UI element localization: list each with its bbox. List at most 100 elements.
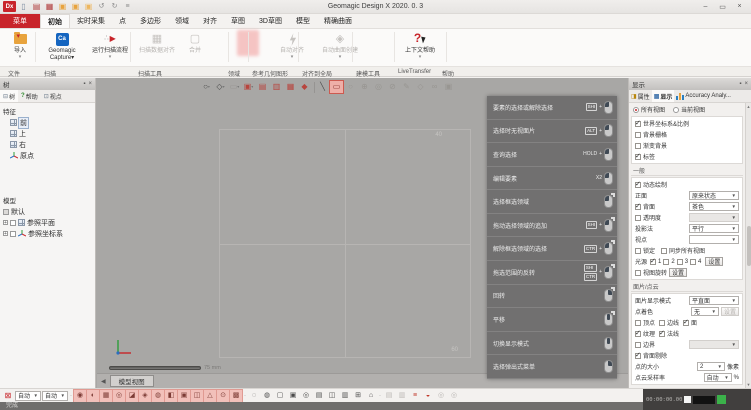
checkbox[interactable]: [635, 215, 641, 221]
checkbox[interactable]: [635, 143, 641, 149]
ribbon-tab[interactable]: 草图: [224, 14, 252, 28]
context-help-button[interactable]: ? 上下文帮助▾: [398, 31, 442, 61]
checkbox[interactable]: [635, 270, 641, 276]
close-button[interactable]: ×: [731, 1, 748, 13]
light-settings-button[interactable]: 设置: [705, 257, 723, 266]
ribbon-tab[interactable]: 点: [112, 14, 133, 28]
ribbon-tab[interactable]: 多边形: [133, 14, 168, 28]
geomagic-capture-button[interactable]: Ca Geomagic Capture▾: [38, 31, 86, 62]
ribbon-tab[interactable]: 模型: [289, 14, 317, 28]
checkbox[interactable]: [663, 259, 669, 265]
checkbox[interactable]: [635, 248, 641, 254]
camera-icon-1[interactable]: ◎: [435, 390, 447, 402]
line-select-icon[interactable]: ╲: [316, 81, 329, 93]
clipboard-icon[interactable]: ▤: [383, 390, 395, 402]
boundary-display-icon[interactable]: ◈: [139, 390, 151, 402]
ribbon-tab[interactable]: 3D草图: [252, 14, 289, 28]
page-view-icon-1[interactable]: ▤: [313, 390, 325, 402]
pen-select-icon[interactable]: ✎: [400, 81, 413, 93]
zoom-fit-icon[interactable]: ◌: [248, 390, 260, 402]
minimize-button[interactable]: –: [697, 1, 714, 13]
ribbon-tab[interactable]: 领域: [168, 14, 196, 28]
list-icon[interactable]: ≡: [409, 390, 421, 402]
grid-display-icon[interactable]: ▦: [100, 390, 112, 402]
radio-all-views[interactable]: [633, 107, 639, 113]
section-display-icon[interactable]: ◫: [191, 390, 203, 402]
sphere-display-icon[interactable]: ⊙: [217, 390, 229, 402]
doc-view-icon-1[interactable]: ▢: [274, 390, 286, 402]
tree-item-origin[interactable]: 原点: [3, 150, 92, 161]
datasheet-icon-3[interactable]: ▦: [284, 81, 297, 93]
home-view-icon[interactable]: ⌂: [365, 390, 377, 402]
tab-accuracy-analyzer[interactable]: Accuracy Analy...: [674, 90, 733, 102]
mesh-display-mode-select[interactable]: 平直面▼: [689, 296, 739, 305]
freeform-select-icon[interactable]: ⊘: [386, 81, 399, 93]
table-display-icon[interactable]: ▩: [230, 390, 242, 402]
tree-item-ref-coordinates[interactable]: + 参照坐标系: [3, 228, 92, 239]
maximize-button[interactable]: ▭: [714, 1, 731, 13]
checkbox[interactable]: [635, 182, 641, 188]
checkbox[interactable]: [10, 231, 16, 237]
camera-icon-2[interactable]: ◎: [448, 390, 460, 402]
ellipse-select-icon[interactable]: ◎: [372, 81, 385, 93]
tab-tree[interactable]: ⊟树: [0, 90, 18, 102]
display-panel-scrollbar[interactable]: ▲▼: [745, 103, 751, 388]
lasso-select-icon[interactable]: ∞: [428, 81, 441, 93]
tree-item-default[interactable]: 默认: [3, 206, 92, 217]
close-icon[interactable]: ×: [88, 81, 92, 87]
region-display-icon[interactable]: ◐: [87, 390, 99, 402]
tab-scroll-left-icon[interactable]: ◀: [97, 378, 110, 385]
record-indicator[interactable]: [684, 396, 691, 403]
projection-select[interactable]: 平行▼: [689, 224, 739, 233]
viewport[interactable]: ○▾ ◇▾ ▭▾ ▣▾ ▤ ▥ ▦ ◆ ╲: [97, 78, 628, 388]
ribbon-tab[interactable]: 对齐: [196, 14, 224, 28]
checkbox[interactable]: [650, 259, 656, 265]
mark-tool-icon[interactable]: ◆: [298, 81, 311, 93]
shading-mode-icon[interactable]: ○▾: [200, 81, 213, 93]
ribbon-tab[interactable]: 实时采集: [70, 14, 112, 28]
doc-view-icon-2[interactable]: ▣: [287, 390, 299, 402]
ribbon-tab[interactable]: 初始: [40, 14, 70, 28]
texture-display-icon[interactable]: ◍: [152, 390, 164, 402]
point-color-select[interactable]: 无▼: [691, 307, 719, 316]
datasheet-icon-1[interactable]: ▤: [256, 81, 269, 93]
tree-item-right-plane[interactable]: 右: [3, 139, 92, 150]
radio-current-view[interactable]: [673, 107, 679, 113]
extra-select-icon[interactable]: ▣: [442, 81, 455, 93]
import-button[interactable]: 导入▾: [4, 31, 36, 61]
point-size-select[interactable]: 2▼: [697, 362, 725, 371]
model-view-tab[interactable]: 模型视图: [110, 375, 154, 387]
copy-icon[interactable]: ▥: [396, 390, 408, 402]
tree-item-front-plane[interactable]: 前: [3, 117, 92, 128]
checkbox[interactable]: [661, 248, 667, 254]
import-folder-icon[interactable]: ▣: [57, 1, 68, 12]
globe-view-icon[interactable]: ◎: [300, 390, 312, 402]
auto-units-select[interactable]: 自动▼: [15, 391, 41, 401]
point-display-icon[interactable]: ◎: [113, 390, 125, 402]
checkbox[interactable]: [635, 154, 641, 160]
auto-precision-select[interactable]: 自动▼: [42, 391, 68, 401]
viewpoint-select[interactable]: ▼: [689, 235, 739, 244]
tab-display[interactable]: ▦显示: [652, 90, 675, 102]
checkbox[interactable]: [635, 331, 641, 337]
checkbox[interactable]: [635, 204, 641, 210]
checkbox[interactable]: [659, 320, 665, 326]
circle-select-icon[interactable]: ○: [344, 81, 357, 93]
normal-display-icon[interactable]: △: [204, 390, 216, 402]
page-view-icon-3[interactable]: ▥: [339, 390, 351, 402]
expand-icon[interactable]: +: [3, 220, 8, 225]
mesh-display-icon[interactable]: ◉: [74, 390, 86, 402]
body-display-icon[interactable]: ▣▾: [242, 81, 255, 93]
undo-icon[interactable]: ↺: [96, 1, 107, 12]
expand-icon[interactable]: +: [3, 231, 8, 236]
datum-display-icon[interactable]: ▣: [178, 390, 190, 402]
checkbox[interactable]: [10, 220, 16, 226]
menu-button[interactable]: 菜单: [0, 14, 40, 28]
checkbox[interactable]: [635, 132, 641, 138]
checkbox[interactable]: [635, 342, 641, 348]
wireframe-mode-icon[interactable]: ◇▾: [214, 81, 227, 93]
tab-properties[interactable]: ◨属性: [629, 90, 652, 102]
save-icon[interactable]: ▤: [31, 1, 42, 12]
record-icon[interactable]: ◒: [422, 390, 434, 402]
circle-add-select-icon[interactable]: ⊕: [358, 81, 371, 93]
